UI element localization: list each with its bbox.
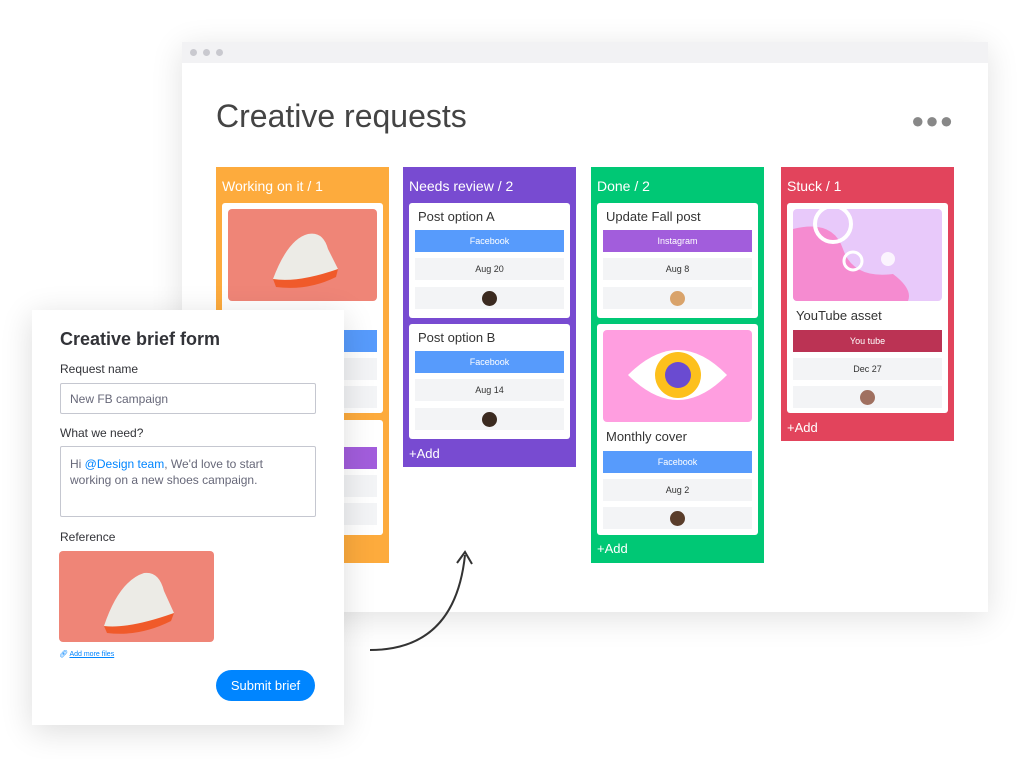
card-title: Update Fall post [606, 209, 701, 224]
what-we-need-textarea[interactable]: Hi @Design team, We'd love to start work… [60, 446, 316, 517]
date-cell[interactable]: Aug 2 [603, 479, 752, 501]
column-stuck: Stuck / 1 YouTube asset You tube Dec 27 … [781, 167, 954, 441]
card[interactable]: Post option B Facebook Aug 14 [409, 324, 570, 439]
what-we-need-label: What we need? [60, 426, 144, 440]
request-name-input[interactable]: New FB campaign [60, 383, 316, 414]
avatar [670, 290, 685, 306]
curved-arrow-icon [369, 550, 473, 651]
column-header: Stuck / 1 [787, 178, 842, 194]
add-more-files-link[interactable]: 🔗︎ Add more files [59, 650, 114, 658]
window-dot[interactable] [203, 49, 210, 56]
creative-brief-form: Creative brief form Request name New FB … [32, 310, 344, 725]
board-title: Creative requests [216, 98, 467, 134]
date-cell[interactable]: Dec 27 [793, 358, 942, 380]
mention[interactable]: @Design team [85, 457, 165, 471]
window-dot[interactable] [216, 49, 223, 56]
abstract-image [793, 209, 942, 301]
reference-image [59, 551, 214, 642]
shoe-image [228, 209, 377, 301]
column-header: Needs review / 2 [409, 178, 514, 194]
window-dot[interactable] [190, 49, 197, 56]
request-name-label: Request name [60, 362, 139, 376]
submit-brief-button[interactable]: Submit brief [216, 670, 315, 701]
column-header: Done / 2 [597, 178, 650, 194]
window-titlebar [182, 42, 988, 63]
tag[interactable]: Instagram [603, 230, 752, 252]
tag[interactable]: Facebook [603, 451, 752, 473]
tag[interactable]: You tube [793, 330, 942, 352]
card[interactable]: YouTube asset You tube Dec 27 [787, 203, 948, 413]
add-item-button[interactable]: +Add [597, 541, 628, 556]
tag[interactable]: Facebook [415, 230, 564, 252]
card[interactable]: Monthly cover Facebook Aug 2 [597, 324, 758, 535]
date-cell[interactable]: Aug 8 [603, 258, 752, 280]
person-cell[interactable] [603, 507, 752, 529]
avatar [860, 389, 875, 405]
card-title: YouTube asset [796, 308, 882, 323]
card-title: Post option B [418, 330, 496, 345]
person-cell[interactable] [415, 287, 564, 309]
tag[interactable]: Facebook [415, 351, 564, 373]
avatar [482, 290, 497, 306]
column-header: Working on it / 1 [222, 178, 323, 194]
more-horizontal-icon[interactable]: ●●● [911, 108, 954, 134]
reference-label: Reference [60, 530, 116, 544]
eye-image [603, 330, 752, 422]
card-title: Monthly cover [606, 429, 687, 444]
column-needs-review: Needs review / 2 Post option A Facebook … [403, 167, 576, 467]
avatar [670, 510, 685, 526]
form-title: Creative brief form [60, 329, 221, 349]
person-cell[interactable] [415, 408, 564, 430]
date-cell[interactable]: Aug 14 [415, 379, 564, 401]
card[interactable]: Post option A Facebook Aug 20 [409, 203, 570, 318]
paperclip-icon: 🔗︎ [59, 651, 68, 658]
add-item-button[interactable]: +Add [409, 446, 440, 461]
column-done: Done / 2 Update Fall post Instagram Aug … [591, 167, 764, 563]
add-item-button[interactable]: +Add [787, 420, 818, 435]
date-cell[interactable]: Aug 20 [415, 258, 564, 280]
avatar [482, 411, 497, 427]
person-cell[interactable] [793, 386, 942, 408]
card[interactable]: Update Fall post Instagram Aug 8 [597, 203, 758, 318]
person-cell[interactable] [603, 287, 752, 309]
text: Hi [70, 457, 85, 471]
link-text: Add more files [69, 651, 115, 658]
card-title: Post option A [418, 209, 495, 224]
